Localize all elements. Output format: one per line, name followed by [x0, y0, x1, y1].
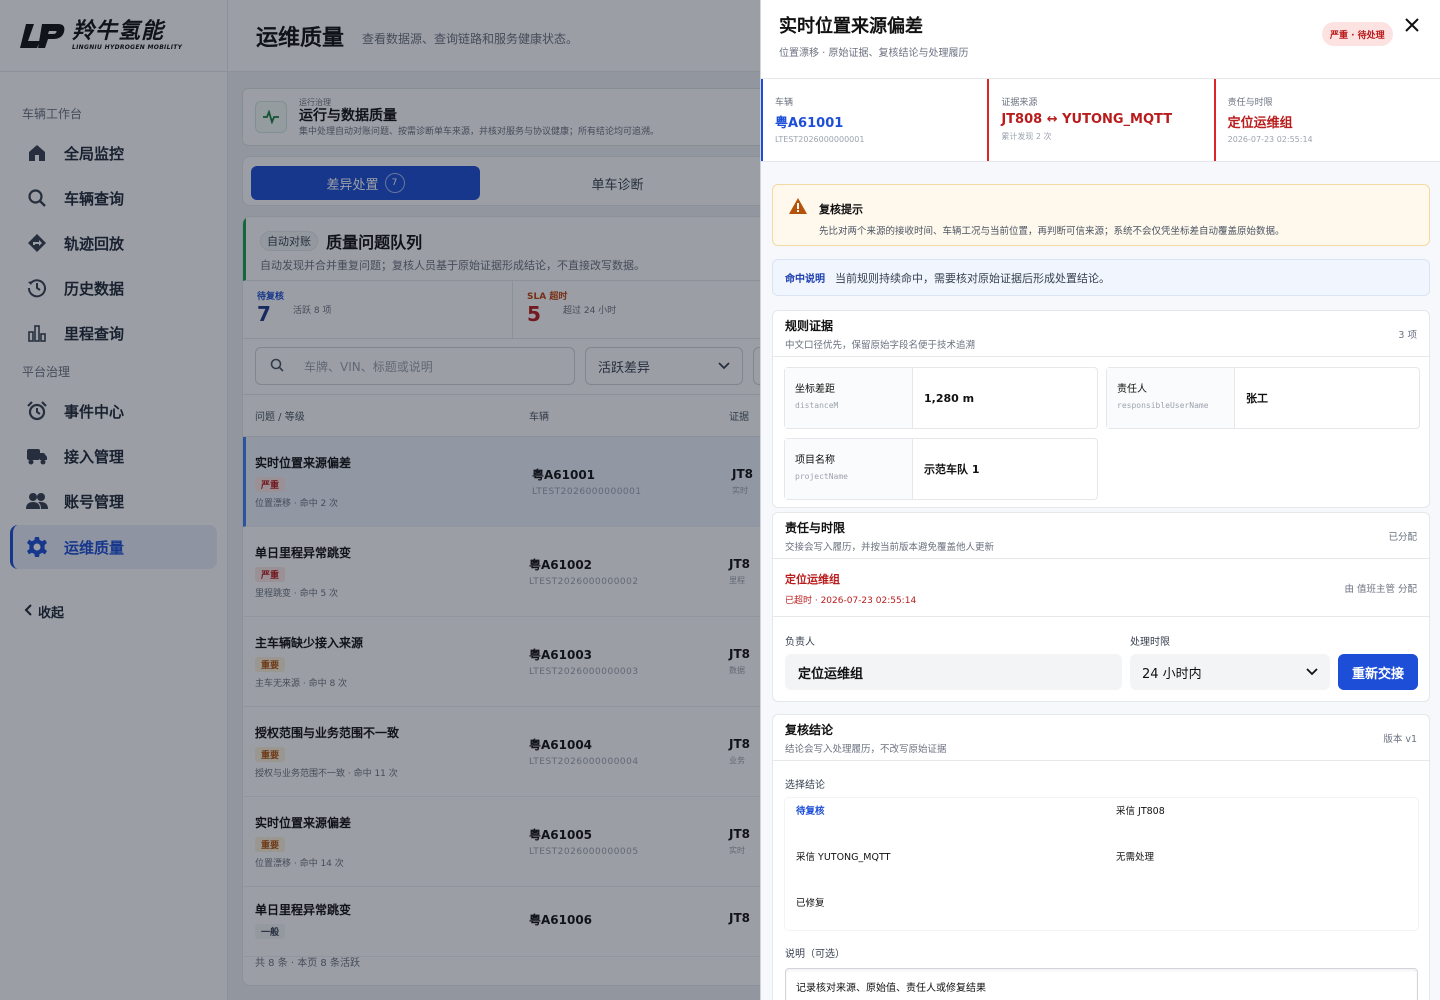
hint-title: 复核提示 [819, 203, 863, 216]
conclusion-option-yutong[interactable]: 采信 YUTONG_MQTT [796, 849, 890, 863]
evidence-item: 坐标差距 distanceM 1,280 m [784, 367, 1098, 429]
deadline-select[interactable]: 24 小时内 [1130, 654, 1330, 690]
summary-value: 定位运维组 [1227, 116, 1293, 131]
note-label: 说明（可选） [785, 949, 845, 960]
evidence-value: 示范车队 1 [924, 463, 980, 476]
summary-label: 责任与时限 [1227, 98, 1273, 108]
summary-evidence-source: 证据来源 JT808 ↔ YUTONG_MQTT 累计发现 2 次 [987, 79, 1213, 161]
evidence-value: 张工 [1246, 392, 1268, 405]
severity-status-badge: 严重 · 待处理 [1322, 22, 1393, 46]
evidence-label: 坐标差距 [795, 384, 835, 395]
modal-backdrop[interactable] [0, 0, 760, 1000]
issue-detail-drawer: 实时位置来源偏差 位置漂移 · 原始证据、复核结论与处理履历 严重 · 待处理 … [760, 0, 1440, 1000]
close-icon[interactable] [1401, 14, 1423, 36]
hit-text: 当前规则持续命中，需要核对原始证据后形成处置结论。 [835, 271, 1110, 285]
hit-tag: 命中说明 [785, 274, 825, 285]
deadline-value: 24 小时内 [1142, 666, 1202, 682]
reassign-button[interactable]: 重新交接 [1338, 654, 1418, 690]
evidence-field: distanceM [795, 401, 839, 410]
current-owner: 定位运维组 [785, 573, 840, 586]
hit-explanation: 命中说明 当前规则持续命中，需要核对原始证据后形成处置结论。 [772, 259, 1430, 296]
conclusion-option-no-action[interactable]: 无需处理 [1116, 849, 1154, 863]
conclusion-option-fixed[interactable]: 已修复 [796, 895, 825, 909]
due-status: 已超时 · 2026-07-23 02:55:14 [785, 596, 917, 606]
card-title: 复核结论 [785, 723, 834, 737]
evidence-value: 1,280 m [924, 391, 975, 405]
summary-label: 车辆 [775, 98, 794, 108]
summary-note: 2026-07-23 02:55:14 [1227, 135, 1313, 144]
drawer-subtitle: 位置漂移 · 原始证据、复核结论与处理履历 [779, 48, 969, 59]
choose-conclusion-label: 选择结论 [785, 780, 825, 791]
card-subtitle: 中文口径优先，保留原始字段名便于技术追溯 [785, 340, 976, 351]
conclusion-option-jt808[interactable]: 采信 JT808 [1116, 803, 1165, 817]
evidence-label: 项目名称 [795, 455, 835, 466]
evidence-item: 项目名称 projectName 示范车队 1 [784, 438, 1098, 500]
conclusion-radio-group: 待复核 采信 JT808 采信 YUTONG_MQTT 无需处理 已修复 [785, 798, 1418, 930]
card-title: 责任与时限 [785, 521, 846, 535]
assignment-status: 已分配 [1388, 532, 1417, 543]
summary-value: JT808 ↔ YUTONG_MQTT [1001, 112, 1173, 127]
deadline-label: 处理时限 [1130, 637, 1170, 648]
rule-evidence-card: 规则证据 中文口径优先，保留原始字段名便于技术追溯 3 项 坐标差距 dista… [772, 310, 1430, 508]
issue-summary: 车辆 粤A61001 LTEST2026000000001 证据来源 JT808… [761, 78, 1440, 162]
conclusion-option-pending[interactable]: 待复核 [796, 803, 825, 817]
summary-value: 粤A61001 [775, 116, 844, 131]
summary-label: 证据来源 [1001, 98, 1038, 108]
review-conclusion-card: 复核结论 结论会写入处理履历，不改写原始证据 版本 v1 选择结论 待复核 采信… [772, 714, 1430, 1000]
assignee-label: 负责人 [785, 637, 815, 648]
review-hint: 复核提示 先比对两个来源的接收时间、车辆工况与当前位置，再判断可信来源；系统不会… [772, 184, 1430, 246]
assigned-by: 由 值班主管 分配 [1344, 584, 1417, 595]
responsibility-card: 责任与时限 交接会写入履历，并按当前版本避免覆盖他人更新 已分配 定位运维组 已… [772, 512, 1430, 702]
evidence-field: responsibleUserName [1117, 401, 1209, 410]
card-subtitle: 结论会写入处理履历，不改写原始证据 [785, 744, 947, 755]
evidence-count: 3 项 [1398, 330, 1417, 341]
evidence-item: 责任人 responsibleUserName 张工 [1106, 367, 1420, 429]
chevron-down-icon [1306, 665, 1318, 680]
assignee-input[interactable]: 定位运维组 [785, 654, 1122, 690]
warning-icon [789, 198, 807, 218]
summary-responsibility: 责任与时限 定位运维组 2026-07-23 02:55:14 [1213, 79, 1440, 161]
evidence-field: projectName [795, 472, 848, 481]
card-subtitle: 交接会写入履历，并按当前版本避免覆盖他人更新 [785, 542, 995, 553]
summary-note: LTEST2026000000001 [775, 135, 865, 144]
evidence-label: 责任人 [1117, 384, 1147, 395]
note-textarea[interactable]: 记录核对来源、原始值、责任人或修复结果 [785, 968, 1418, 1000]
summary-note: 累计发现 2 次 [1001, 132, 1052, 141]
hint-text: 先比对两个来源的接收时间、车辆工况与当前位置，再判断可信来源；系统不会仅凭坐标差… [819, 226, 1285, 237]
card-title: 规则证据 [785, 319, 834, 333]
version-label: 版本 v1 [1383, 734, 1417, 745]
summary-vehicle: 车辆 粤A61001 LTEST2026000000001 [761, 79, 987, 161]
